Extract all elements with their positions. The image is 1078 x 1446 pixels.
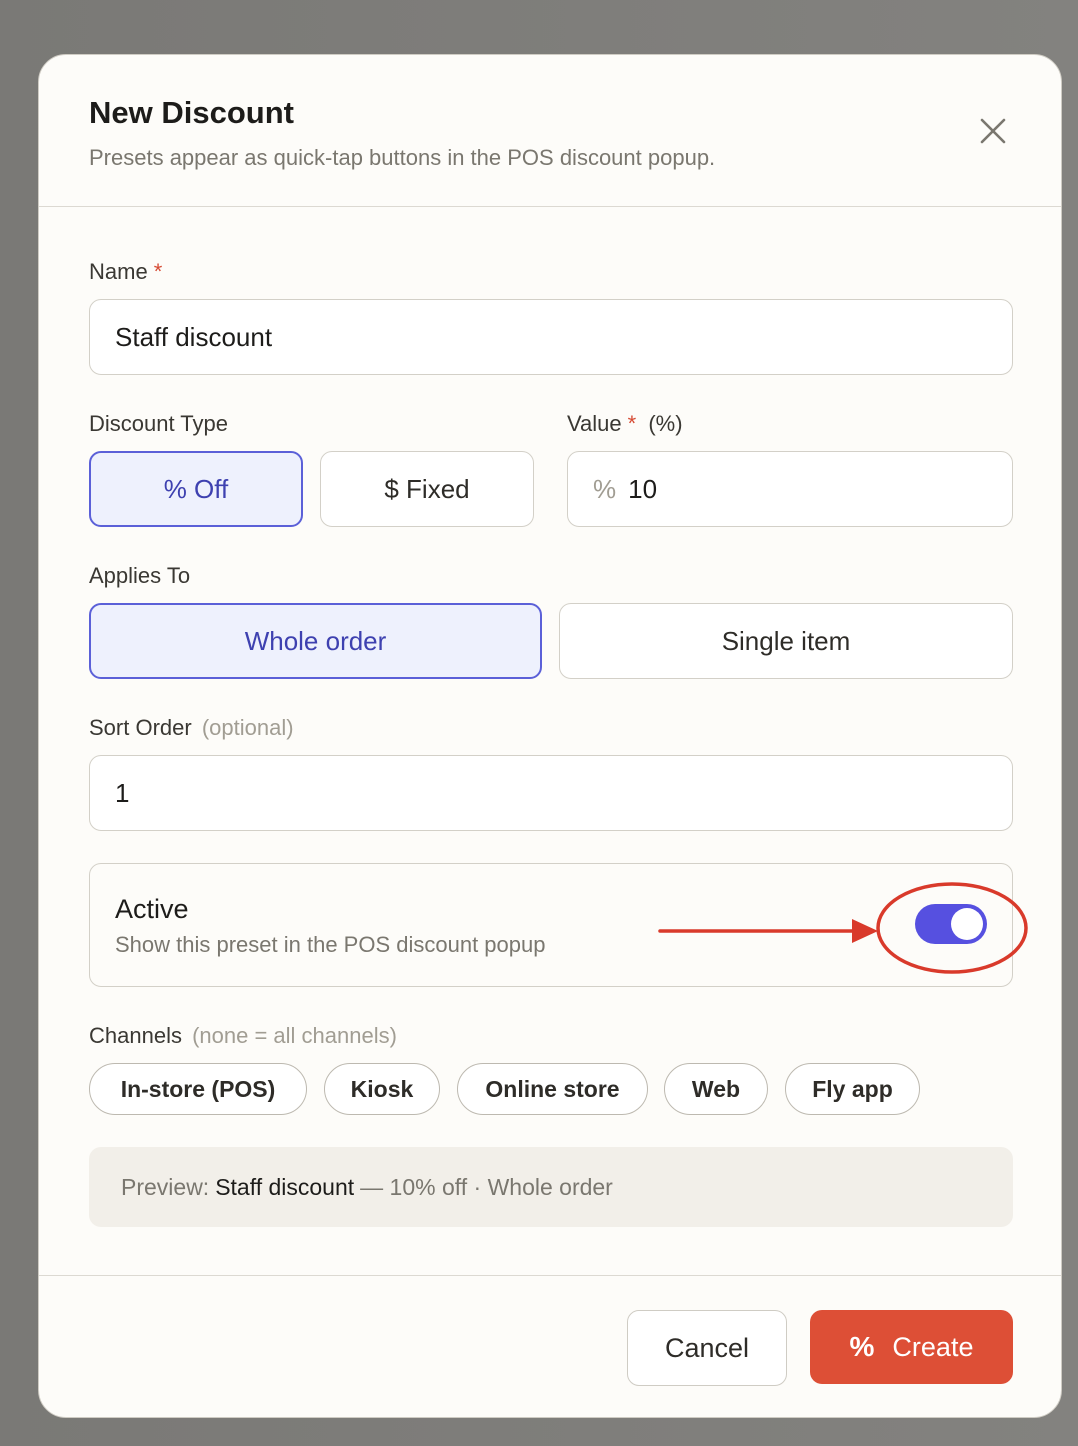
active-description: Show this preset in the POS discount pop… xyxy=(115,932,546,957)
value-input-value: 10 xyxy=(628,473,658,504)
channel-chip-label: Kiosk xyxy=(350,1075,414,1102)
channel-chip-in-store[interactable]: In-store (POS) xyxy=(89,1063,307,1115)
name-input[interactable]: Staff discount xyxy=(89,299,1013,375)
value-label-text: Value xyxy=(567,411,622,436)
sort-order-input-value: 1 xyxy=(115,777,130,808)
modal-subtitle: Presets appear as quick-tap buttons in t… xyxy=(89,145,716,170)
preview-prefix: Preview: xyxy=(121,1173,210,1200)
discount-type-label: Discount Type xyxy=(89,411,229,436)
preview-summary: — 10% off · Whole order xyxy=(360,1173,613,1200)
discount-type-percent-button[interactable]: % Off xyxy=(89,451,303,527)
active-setting-card: Active Show this preset in the POS disco… xyxy=(89,863,1028,987)
discount-type-fixed-button[interactable]: $ Fixed xyxy=(320,451,534,527)
percent-prefix-icon: % xyxy=(593,473,617,504)
percent-icon: % xyxy=(849,1331,875,1362)
channels-label: Channels (none = all channels) xyxy=(89,1023,397,1049)
cancel-button-label: Cancel xyxy=(664,1332,750,1363)
applies-to-single-item-button[interactable]: Single item xyxy=(559,603,1013,679)
channel-chip-label: In-store (POS) xyxy=(120,1075,276,1102)
create-button[interactable]: % Create xyxy=(810,1310,1013,1384)
modal-title: New Discount xyxy=(89,95,294,130)
channel-chip-fly-app[interactable]: Fly app xyxy=(785,1063,920,1115)
close-button[interactable] xyxy=(973,111,1013,151)
applies-to-whole-order-label: Whole order xyxy=(244,625,387,656)
applies-to-label: Applies To xyxy=(89,563,191,588)
channels-hint: (none = all channels) xyxy=(192,1023,397,1048)
sort-order-label-text: Sort Order xyxy=(89,715,192,740)
name-required-mark: * xyxy=(153,259,163,284)
discount-type-percent-label: % Off xyxy=(163,473,229,504)
cancel-button[interactable]: Cancel xyxy=(627,1310,787,1386)
sort-order-input[interactable]: 1 xyxy=(89,755,1013,831)
name-input-value: Staff discount xyxy=(115,321,273,352)
modal-footer: Cancel % Create xyxy=(39,1275,1061,1417)
new-discount-modal: New Discount Presets appear as quick-tap… xyxy=(38,54,1062,1418)
channel-chip-label: Web xyxy=(691,1075,741,1102)
value-required-mark: * xyxy=(627,411,637,436)
channel-chip-online-store[interactable]: Online store xyxy=(457,1063,648,1115)
sort-order-hint: (optional) xyxy=(201,715,294,740)
value-label: Value * (%) xyxy=(567,411,683,437)
channel-chip-label: Fly app xyxy=(812,1075,893,1102)
active-title: Active xyxy=(115,894,189,924)
value-input[interactable]: % 10 xyxy=(567,451,1013,527)
modal-header: New Discount Presets appear as quick-tap… xyxy=(39,55,1061,207)
channels-label-text: Channels xyxy=(89,1023,182,1048)
channel-chip-web[interactable]: Web xyxy=(664,1063,768,1115)
name-label: Name * xyxy=(89,259,162,285)
name-label-text: Name xyxy=(89,259,148,284)
value-unit-hint: (%) xyxy=(648,411,683,436)
discount-type-fixed-label: $ Fixed xyxy=(384,473,470,504)
annotation-arrow xyxy=(658,919,878,943)
close-icon xyxy=(980,118,1006,144)
create-button-label: Create xyxy=(892,1331,974,1362)
applies-to-single-item-label: Single item xyxy=(721,625,851,656)
sort-order-label: Sort Order (optional) xyxy=(89,715,294,741)
applies-to-whole-order-button[interactable]: Whole order xyxy=(89,603,542,679)
channel-chip-label: Online store xyxy=(485,1075,620,1102)
discount-preview: Preview: Staff discount — 10% off · Whol… xyxy=(89,1147,1013,1227)
annotation-circle xyxy=(876,882,1028,974)
channel-chip-kiosk[interactable]: Kiosk xyxy=(324,1063,440,1115)
preview-name: Staff discount xyxy=(215,1173,355,1200)
